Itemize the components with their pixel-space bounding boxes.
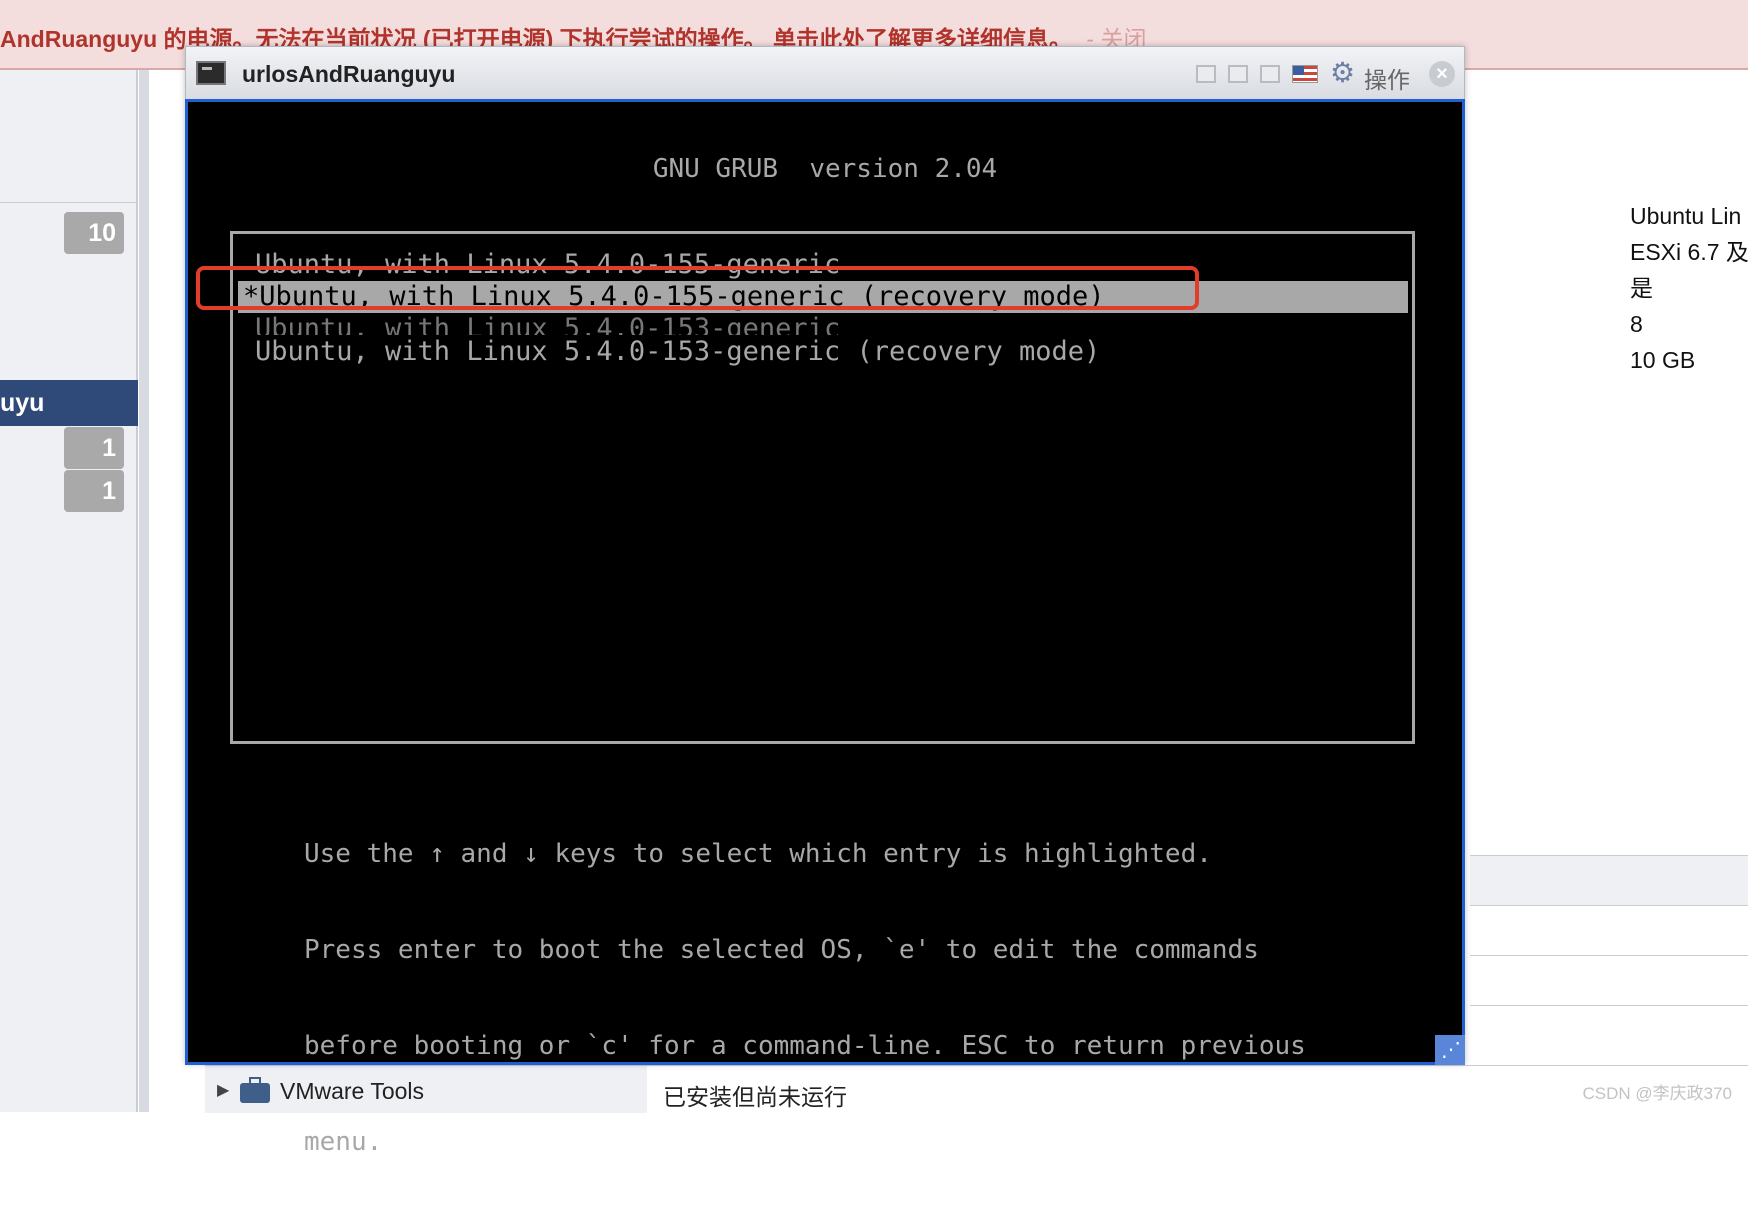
- help-line: Press enter to boot the selected OS, `e'…: [304, 935, 1259, 965]
- sidebar-item-selected[interactable]: uyu: [0, 380, 138, 426]
- vm-summary-values: Ubuntu Lin ESXi 6.7 及 是 8 10 GB: [1630, 198, 1748, 378]
- vm-console-icon: [196, 61, 226, 85]
- sidebar-item-label: uyu: [0, 389, 45, 417]
- flag-us-icon[interactable]: [1292, 65, 1318, 83]
- sidebar-count-badge: 10: [64, 212, 124, 254]
- sidebar-count-badge: 1: [64, 427, 124, 469]
- help-line: Use the ↑ and ↓ keys to select which ent…: [304, 839, 1212, 869]
- watermark: CSDN @李庆政370: [1582, 1084, 1732, 1103]
- inventory-sidebar: 10 uyu 1 1: [0, 70, 138, 1112]
- grub-menu-item[interactable]: Ubuntu, with Linux 5.4.0-153-generic (re…: [238, 336, 1408, 368]
- table-row-divider: [1470, 905, 1748, 906]
- actions-menu[interactable]: 操作: [1364, 61, 1410, 95]
- annotation-highlight-box: [196, 266, 1199, 310]
- cpu-value: 8: [1630, 311, 1643, 337]
- resize-grip-icon[interactable]: [1435, 1035, 1465, 1065]
- memory-value: 10 GB: [1630, 347, 1696, 373]
- vm-console-window[interactable]: urlosAndRuanguyu ⚙ 操作 × GNU GRUB version…: [185, 46, 1465, 1157]
- console-title: urlosAndRuanguyu: [242, 61, 456, 87]
- help-line: menu.: [304, 1127, 383, 1157]
- console-screen[interactable]: GNU GRUB version 2.04 Ubuntu, with Linux…: [185, 99, 1465, 1157]
- guest-os-value: Ubuntu Lin: [1630, 203, 1742, 229]
- table-row-divider: [1470, 1005, 1748, 1006]
- expand-arrow-icon[interactable]: ▶: [217, 1080, 229, 1100]
- grub-help-text: Use the ↑ and ↓ keys to select which ent…: [304, 774, 1306, 1222]
- restore-button[interactable]: [1228, 65, 1248, 83]
- vmware-tools-status-value: 是: [1630, 275, 1653, 301]
- grub-header: GNU GRUB version 2.04: [652, 154, 998, 184]
- table-row-divider: [1470, 955, 1748, 956]
- grub-menu-item[interactable]: Ubuntu, with Linux 5.4.0-153-generic: [238, 313, 1408, 335]
- minimize-button[interactable]: [1196, 65, 1216, 83]
- sidebar-scrollbar[interactable]: [139, 70, 149, 1112]
- vmware-tools-icon: [240, 1077, 270, 1103]
- console-titlebar[interactable]: urlosAndRuanguyu ⚙ 操作 ×: [186, 47, 1464, 100]
- maximize-button[interactable]: [1260, 65, 1280, 83]
- help-line: before booting or `c' for a command-line…: [304, 1031, 1306, 1061]
- gear-icon[interactable]: ⚙: [1330, 59, 1355, 87]
- sidebar-count-badge: 1: [64, 470, 124, 512]
- close-icon[interactable]: ×: [1429, 61, 1455, 87]
- compatibility-value: ESXi 6.7 及: [1630, 239, 1748, 265]
- sidebar-divider: [0, 202, 138, 203]
- hardware-panel-header: [1470, 855, 1748, 906]
